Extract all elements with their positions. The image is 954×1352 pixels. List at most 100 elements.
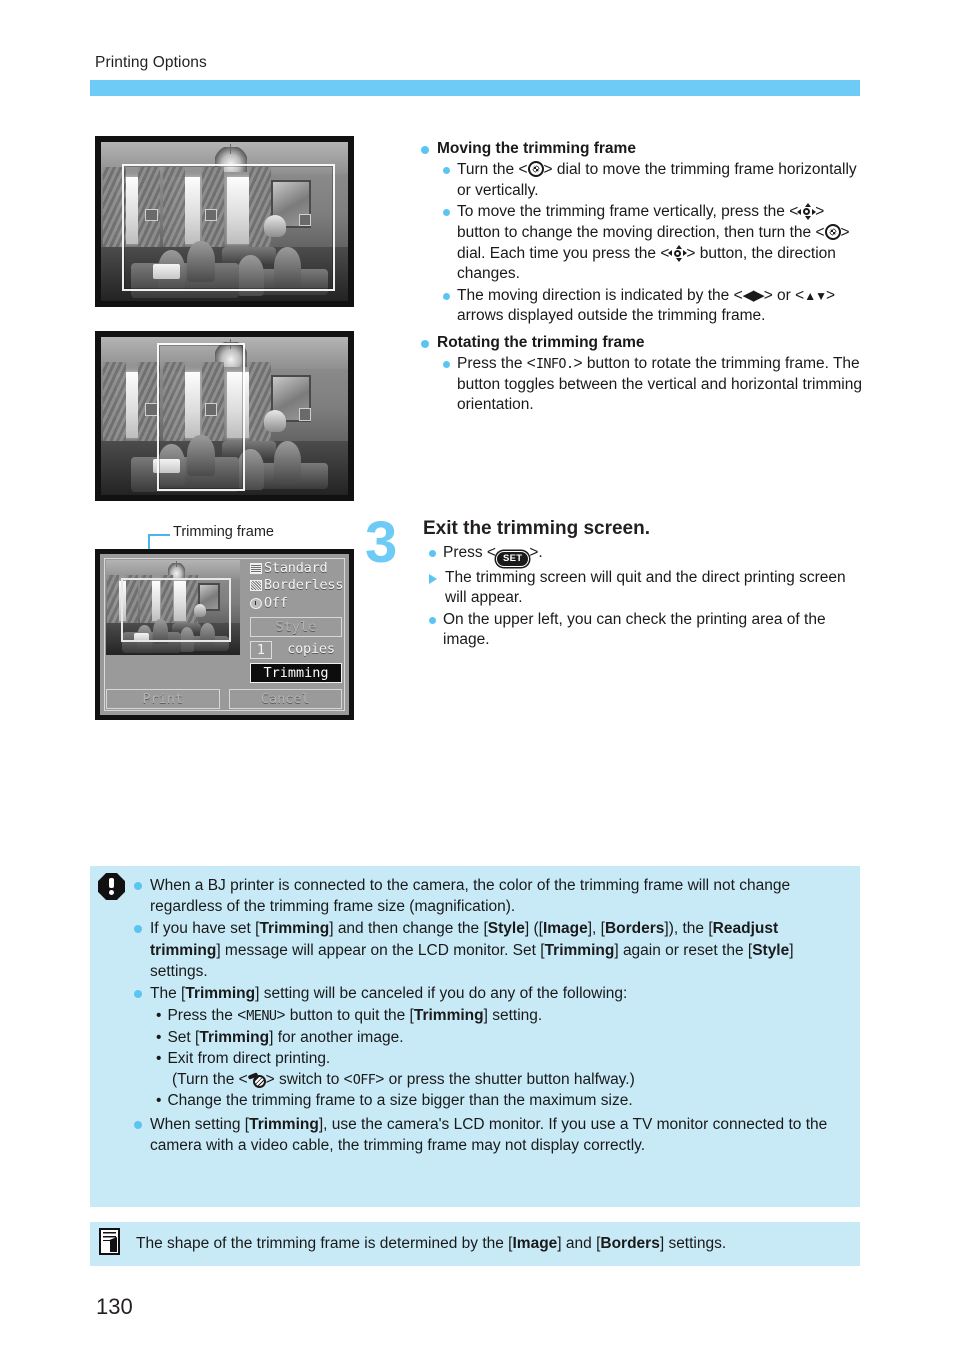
- caution-sub-1-text: Press the <MENU> button to quit the [Tri…: [167, 1007, 543, 1025]
- print-style-icon: [250, 563, 262, 575]
- quick-control-dial-icon: [527, 161, 544, 178]
- step3-bullet-1: Press < SET >.: [429, 543, 865, 567]
- lcd-button-style[interactable]: Style: [250, 616, 342, 637]
- lcd-trimming-frame: [121, 578, 231, 642]
- caution-list: When a BJ printer is connected to the ca…: [134, 875, 846, 1157]
- step3-bullet-1-text: Press < SET >.: [443, 543, 543, 567]
- rotating-heading-row: Rotating the trimming frame: [421, 333, 865, 353]
- caution-box: When a BJ printer is connected to the ca…: [90, 866, 860, 1207]
- lcd-button-trimming[interactable]: Trimming: [250, 662, 342, 683]
- trimming-frame-caption: Trimming frame: [173, 524, 274, 540]
- caution-item-2-text: If you have set [Trimming] and then chan…: [150, 920, 794, 980]
- moving-heading: Moving the trimming frame: [437, 140, 636, 157]
- note-box: The shape of the trimming frame is deter…: [90, 1222, 860, 1266]
- bullet-icon: [421, 340, 429, 349]
- warning-exclamation-icon: [98, 873, 125, 900]
- figure-vertical-trim: [95, 331, 354, 501]
- rotating-bullet-1-text: Press the <INFO.> button to rotate the t…: [457, 355, 862, 414]
- note-text: The shape of the trimming frame is deter…: [136, 1235, 727, 1252]
- sub-bullet-icon: •: [156, 1028, 162, 1046]
- left-right-arrows-icon: ◀▶: [742, 286, 765, 304]
- sub-bullet-icon: •: [156, 1092, 162, 1110]
- lcd-label-borderless: Borderless: [264, 577, 344, 594]
- lcd-row-date[interactable]: Off: [250, 595, 342, 612]
- notepad-pencil-icon: [99, 1228, 120, 1255]
- moving-bullet-3-text: The moving direction is indicated by the…: [457, 286, 836, 325]
- figure-horizontal-trim: [95, 136, 354, 307]
- caution-item-2: If you have set [Trimming] and then chan…: [134, 918, 846, 982]
- multi-controller-icon: [668, 244, 688, 262]
- lcd-label-off: Off: [264, 594, 288, 611]
- bullet-icon: [429, 616, 436, 624]
- caption-leader-horizontal: [148, 534, 170, 536]
- bullet-icon: [134, 990, 142, 999]
- step3-bullet-3: On the upper left, you can check the pri…: [429, 610, 865, 651]
- step-3-block: 3 Exit the trimming screen. Press < SET >.…: [365, 514, 865, 651]
- bullet-icon: [421, 146, 429, 154]
- moving-bullet-3: The moving direction is indicated by the…: [443, 286, 865, 327]
- bullet-icon: [429, 550, 436, 557]
- instruction-column: Moving the trimming frame Turn the < > di…: [421, 137, 865, 418]
- step-3-title: Exit the trimming screen.: [423, 518, 651, 539]
- caution-sub-3: • Exit from direct printing.: [156, 1048, 846, 1069]
- lcd-button-print[interactable]: Print: [106, 689, 220, 709]
- page-header: Printing Options: [95, 54, 207, 72]
- camera-photo-horizontal: [95, 136, 354, 307]
- note-icon-wrap: [99, 1228, 125, 1258]
- multi-controller-icon: [797, 203, 817, 221]
- lcd-button-cancel[interactable]: Cancel: [228, 689, 342, 709]
- page-number: 130: [96, 1294, 133, 1319]
- trimming-frame-overlay-horizontal: [122, 164, 335, 291]
- result-arrow-icon: [429, 573, 437, 584]
- bullet-icon: [443, 167, 450, 175]
- moving-bullet-2: To move the trimming frame vertically, p…: [443, 202, 865, 284]
- section-moving-trimming-frame: Moving the trimming frame Turn the < > di…: [421, 139, 865, 327]
- caution-sub-1: • Press the <MENU> button to quit the [T…: [156, 1005, 846, 1026]
- lcd-image-thumbnail: [106, 560, 240, 655]
- moving-heading-row: Moving the trimming frame: [421, 139, 865, 159]
- lcd-copies-row[interactable]: 1 copies: [250, 640, 342, 659]
- caution-sub-2: • Set [Trimming] for another image.: [156, 1027, 846, 1048]
- off-label: OFF: [352, 1072, 376, 1089]
- info-button-label: INFO.: [535, 356, 574, 373]
- step3-bullet-3-text: On the upper left, you can check the pri…: [443, 610, 826, 649]
- bullet-icon: [443, 292, 450, 300]
- set-button-icon: SET: [495, 551, 530, 567]
- moving-bullet-1-text: Turn the < > dial to move the trimming fr…: [457, 161, 857, 199]
- sub-bullet-icon: •: [156, 1049, 162, 1067]
- caution-item-4: When setting [Trimming], use the camera'…: [134, 1114, 846, 1156]
- power-switch-icon: [247, 1072, 266, 1089]
- caution-sub-4: • Change the trimming frame to a size bi…: [156, 1090, 846, 1111]
- bullet-icon: [134, 925, 142, 934]
- caution-sub-3-text: Exit from direct printing.: [167, 1049, 331, 1067]
- chapter-title: Printing Options: [95, 54, 207, 71]
- bullet-icon: [443, 361, 450, 369]
- sub-bullet-icon: •: [156, 1007, 162, 1025]
- header-rule: [90, 80, 860, 96]
- step3-bullet-2: The trimming screen will quit and the di…: [429, 568, 865, 609]
- bullet-icon: [443, 209, 450, 217]
- menu-button-label: MENU: [246, 1008, 277, 1025]
- rotating-heading: Rotating the trimming frame: [437, 334, 645, 352]
- step3-bullet-2-text: The trimming screen will quit and the di…: [445, 568, 846, 607]
- lcd-copies-value[interactable]: 1: [250, 640, 272, 659]
- bullet-icon: [134, 1120, 142, 1129]
- rotating-bullet-1: Press the <INFO.> button to rotate the t…: [443, 354, 865, 416]
- clock-icon: [250, 597, 262, 609]
- lcd-row-standard[interactable]: Standard: [250, 560, 342, 577]
- bullet-icon: [134, 882, 142, 890]
- caution-sub-2-text: Set [Trimming] for another image.: [167, 1028, 404, 1046]
- caution-item-1: When a BJ printer is connected to the ca…: [134, 875, 846, 917]
- caution-item-1-text: When a BJ printer is connected to the ca…: [150, 877, 791, 916]
- lcd-row-borderless[interactable]: Borderless: [250, 577, 344, 594]
- section-rotating-trimming-frame: Rotating the trimming frame Press the <I…: [421, 333, 865, 416]
- step-3-body: Exit the trimming screen. Press < SET >. T…: [423, 518, 865, 651]
- quick-control-dial-icon: [824, 223, 841, 240]
- borders-icon: [250, 580, 262, 592]
- camera-photo-vertical: [95, 331, 354, 501]
- up-down-arrows-icon: ▲▼: [804, 288, 827, 303]
- caution-sub-4-text: Change the trimming frame to a size bigg…: [167, 1092, 633, 1110]
- lcd-action-row: Print Cancel: [106, 689, 342, 709]
- moving-bullet-2-text: To move the trimming frame vertically, p…: [457, 203, 850, 283]
- step-number: 3: [365, 510, 398, 575]
